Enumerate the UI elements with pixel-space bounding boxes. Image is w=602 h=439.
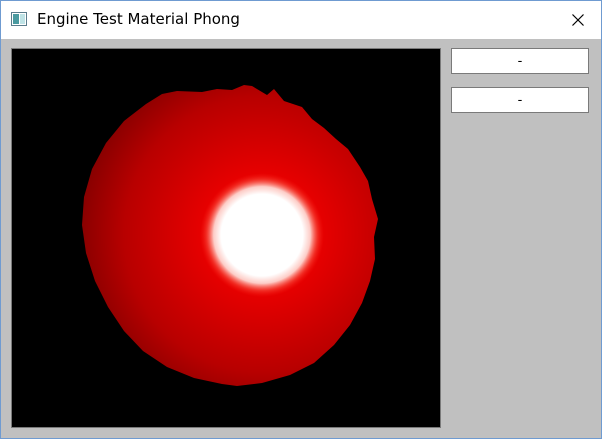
title-bar[interactable]: Engine Test Material Phong — [1, 1, 601, 39]
client-area: - - — [1, 39, 601, 438]
render-viewport[interactable] — [11, 48, 441, 428]
close-icon — [572, 11, 584, 30]
close-button[interactable] — [555, 1, 601, 39]
window-title: Engine Test Material Phong — [37, 10, 240, 28]
app-window: Engine Test Material Phong - - — [0, 0, 602, 439]
side-button-2[interactable]: - — [451, 87, 589, 113]
side-button-1[interactable]: - — [451, 48, 589, 74]
rendered-sphere — [82, 85, 378, 386]
app-icon — [11, 11, 27, 27]
